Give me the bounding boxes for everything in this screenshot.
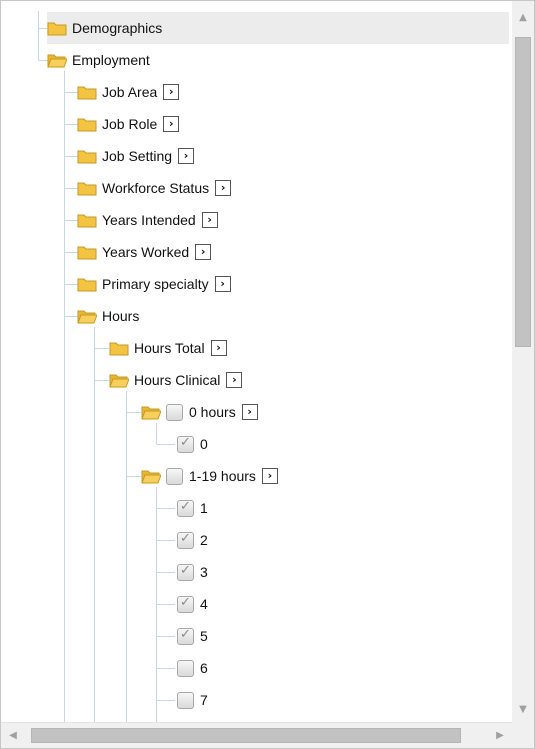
- tree-item-label: 2: [200, 532, 208, 548]
- chevron-right-icon[interactable]: ›: [195, 244, 212, 260]
- chevron-right-icon[interactable]: ›: [201, 212, 218, 228]
- tree-leaf-7[interactable]: 7: [177, 684, 208, 716]
- tree-item-label: Workforce Status: [102, 180, 210, 196]
- checkbox[interactable]: [177, 435, 194, 453]
- folder-icon: [77, 244, 97, 260]
- tree-item-label: 5: [200, 628, 208, 644]
- tree-item-label: 4: [200, 596, 208, 612]
- vertical-scrollbar[interactable]: ▲ ▼: [512, 1, 534, 723]
- scroll-right-arrow-icon[interactable]: ▶: [488, 723, 512, 748]
- tree-panel: Demographics Employment Job Area › Job R…: [0, 0, 535, 749]
- horizontal-scrollbar[interactable]: ◀ ▶: [1, 722, 512, 748]
- tree-item-years-worked[interactable]: Years Worked ›: [77, 236, 212, 268]
- scroll-up-arrow-icon[interactable]: ▲: [512, 5, 534, 31]
- chevron-right-icon[interactable]: ›: [163, 84, 180, 100]
- tree-leaf-0[interactable]: 0: [177, 428, 208, 460]
- folder-open-icon: [141, 404, 161, 420]
- tree-item-demographics[interactable]: Demographics: [47, 12, 509, 44]
- tree-leaf-1[interactable]: 1: [177, 492, 208, 524]
- folder-icon: [77, 116, 97, 132]
- tree-item-job-role[interactable]: Job Role ›: [77, 108, 180, 140]
- folder-icon: [77, 180, 97, 196]
- tree-item-primary-specialty[interactable]: Primary specialty ›: [77, 268, 231, 300]
- tree-item-label: Hours Clinical: [134, 372, 221, 388]
- tree-item-hours-total[interactable]: Hours Total ›: [109, 332, 227, 364]
- checkbox[interactable]: [177, 627, 194, 645]
- tree-item-label: 0: [200, 436, 208, 452]
- tree-item-label: Job Role: [102, 116, 158, 132]
- chevron-right-icon[interactable]: ›: [226, 372, 243, 388]
- folder-open-icon: [109, 372, 129, 388]
- tree-view[interactable]: Demographics Employment Job Area › Job R…: [1, 1, 511, 723]
- checkbox[interactable]: [177, 531, 194, 549]
- tree-item-label: 0 hours: [189, 404, 236, 420]
- checkbox[interactable]: [166, 467, 183, 485]
- tree-item-label: Employment: [72, 52, 150, 68]
- checkbox[interactable]: [177, 563, 194, 581]
- tree-item-label: Job Setting: [102, 148, 173, 164]
- tree-leaf-2[interactable]: 2: [177, 524, 208, 556]
- tree-item-workforce-status[interactable]: Workforce Status ›: [77, 172, 232, 204]
- tree-item-job-setting[interactable]: Job Setting ›: [77, 140, 195, 172]
- chevron-right-icon[interactable]: ›: [214, 276, 231, 292]
- chevron-right-icon[interactable]: ›: [241, 404, 258, 420]
- scrollbar-corner: [512, 723, 534, 748]
- tree-item-label: Years Worked: [102, 244, 190, 260]
- tree-leaf-3[interactable]: 3: [177, 556, 208, 588]
- tree-item-label: Demographics: [72, 20, 163, 36]
- vertical-scroll-thumb[interactable]: [515, 37, 531, 347]
- scroll-left-arrow-icon[interactable]: ◀: [1, 723, 25, 748]
- tree-item-job-area[interactable]: Job Area ›: [77, 76, 180, 108]
- tree-item-employment[interactable]: Employment: [47, 44, 150, 76]
- horizontal-scroll-thumb[interactable]: [31, 728, 461, 743]
- scroll-down-arrow-icon[interactable]: ▼: [512, 697, 534, 723]
- folder-icon: [77, 84, 97, 100]
- folder-open-icon: [141, 468, 161, 484]
- tree-item-label: 7: [200, 692, 208, 708]
- folder-open-icon: [77, 308, 97, 324]
- tree-item-0-hours[interactable]: 0 hours ›: [141, 396, 258, 428]
- folder-icon: [77, 148, 97, 164]
- tree-item-1-19-hours[interactable]: 1-19 hours ›: [141, 460, 278, 492]
- tree-item-label: Job Area: [102, 84, 158, 100]
- tree-item-label: 1: [200, 500, 208, 516]
- folder-open-icon: [47, 52, 67, 68]
- chevron-right-icon[interactable]: ›: [178, 148, 195, 164]
- tree-item-label: 6: [200, 660, 208, 676]
- tree-item-hours[interactable]: Hours: [77, 300, 139, 332]
- tree-item-label: Hours Total: [134, 340, 205, 356]
- tree-item-label: Hours: [102, 308, 140, 324]
- tree-item-label: 1-19 hours: [189, 468, 256, 484]
- folder-icon: [77, 212, 97, 228]
- tree-item-label: Primary specialty: [102, 276, 209, 292]
- tree-item-years-intended[interactable]: Years Intended ›: [77, 204, 218, 236]
- chevron-right-icon[interactable]: ›: [215, 180, 232, 196]
- tree-item-label: Years Intended: [102, 212, 196, 228]
- chevron-right-icon[interactable]: ›: [163, 116, 180, 132]
- tree-item-hours-clinical[interactable]: Hours Clinical ›: [109, 364, 243, 396]
- checkbox[interactable]: [177, 659, 194, 677]
- checkbox[interactable]: [166, 403, 183, 421]
- chevron-right-icon[interactable]: ›: [210, 340, 227, 356]
- folder-icon: [47, 20, 67, 36]
- folder-icon: [77, 276, 97, 292]
- tree-leaf-5[interactable]: 5: [177, 620, 208, 652]
- chevron-right-icon[interactable]: ›: [261, 468, 278, 484]
- folder-icon: [109, 340, 129, 356]
- checkbox[interactable]: [177, 499, 194, 517]
- tree-leaf-6[interactable]: 6: [177, 652, 208, 684]
- tree-leaf-4[interactable]: 4: [177, 588, 208, 620]
- tree-item-label: 3: [200, 564, 208, 580]
- checkbox[interactable]: [177, 691, 194, 709]
- checkbox[interactable]: [177, 595, 194, 613]
